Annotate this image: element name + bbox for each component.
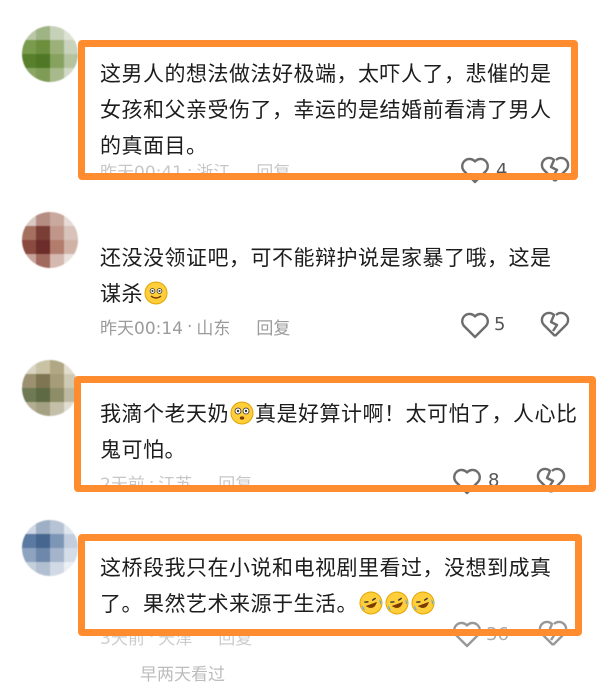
broken-heart-icon[interactable] bbox=[540, 154, 570, 184]
heart-icon[interactable] bbox=[452, 620, 482, 648]
reply-button[interactable]: 回复 bbox=[218, 470, 252, 495]
avatar[interactable] bbox=[22, 360, 78, 416]
rolling-laughing-emoji bbox=[411, 591, 435, 615]
grinning-face-emoji bbox=[144, 281, 168, 305]
like-count: 36 bbox=[486, 624, 509, 645]
partial-next-comment: 早两天看过 bbox=[140, 665, 225, 685]
comment-meta: 昨天00:41 · 浙江 回复 bbox=[100, 158, 290, 184]
comment-location: 浙江 bbox=[196, 163, 231, 183]
comment-text-body: 这桥段我只在小说和电视剧里看过，没想到成真了。果然艺术来源于生活。 bbox=[100, 556, 552, 616]
reply-button[interactable]: 回复 bbox=[256, 158, 290, 183]
reply-button[interactable]: 回复 bbox=[256, 314, 290, 339]
comment-location: 天津 bbox=[158, 629, 193, 649]
comment-meta: 3天前 · 天津 回复 bbox=[100, 624, 252, 650]
flushed-face-emoji bbox=[230, 401, 254, 425]
broken-heart-icon[interactable] bbox=[538, 618, 568, 648]
comment-text-part: 我滴个老天奶 bbox=[100, 402, 229, 426]
meta-separator: · bbox=[148, 472, 155, 493]
comment-text: 还没没领证吧，可不能辩护说是家暴了哦，这是谋杀 bbox=[100, 240, 570, 312]
rolling-laughing-emoji bbox=[385, 591, 409, 615]
comment-time: 2天前 bbox=[100, 475, 145, 495]
heart-icon[interactable] bbox=[460, 311, 490, 339]
comment-time: 3天前 bbox=[100, 629, 145, 649]
comment-meta: 2天前 · 江苏 回复 bbox=[100, 470, 252, 496]
broken-heart-icon[interactable] bbox=[536, 465, 566, 495]
like-count: 5 bbox=[494, 314, 506, 335]
comment-text: 这桥段我只在小说和电视剧里看过，没想到成真了。果然艺术来源于生活。 bbox=[100, 550, 580, 622]
avatar[interactable] bbox=[22, 520, 78, 576]
comment-text: 我滴个老天奶 真是好算计啊！太可怕了，人心比鬼可怕。 bbox=[100, 396, 580, 468]
reply-button[interactable]: 回复 bbox=[218, 624, 252, 649]
like-count: 8 bbox=[488, 470, 500, 491]
meta-separator: · bbox=[187, 316, 193, 337]
comment-location: 江苏 bbox=[158, 475, 193, 495]
comment-text: 这男人的想法做法好极端，太吓人了，悲催的是女孩和父亲受伤了，幸运的是结婚前看清了… bbox=[100, 62, 552, 158]
comment-time: 昨天00:14 bbox=[100, 319, 183, 339]
heart-icon[interactable] bbox=[460, 156, 490, 184]
meta-separator: · bbox=[148, 626, 155, 647]
like-count: 4 bbox=[496, 160, 508, 181]
comment-time: 昨天00:41 bbox=[100, 163, 183, 183]
heart-icon[interactable] bbox=[452, 467, 482, 495]
avatar[interactable] bbox=[22, 212, 78, 268]
broken-heart-icon[interactable] bbox=[540, 309, 570, 339]
avatar[interactable] bbox=[22, 26, 78, 82]
rolling-laughing-emoji bbox=[359, 591, 383, 615]
meta-separator: · bbox=[187, 160, 193, 181]
comment-location: 山东 bbox=[196, 319, 231, 339]
comment-meta: 昨天00:14 · 山东 回复 bbox=[100, 314, 290, 340]
